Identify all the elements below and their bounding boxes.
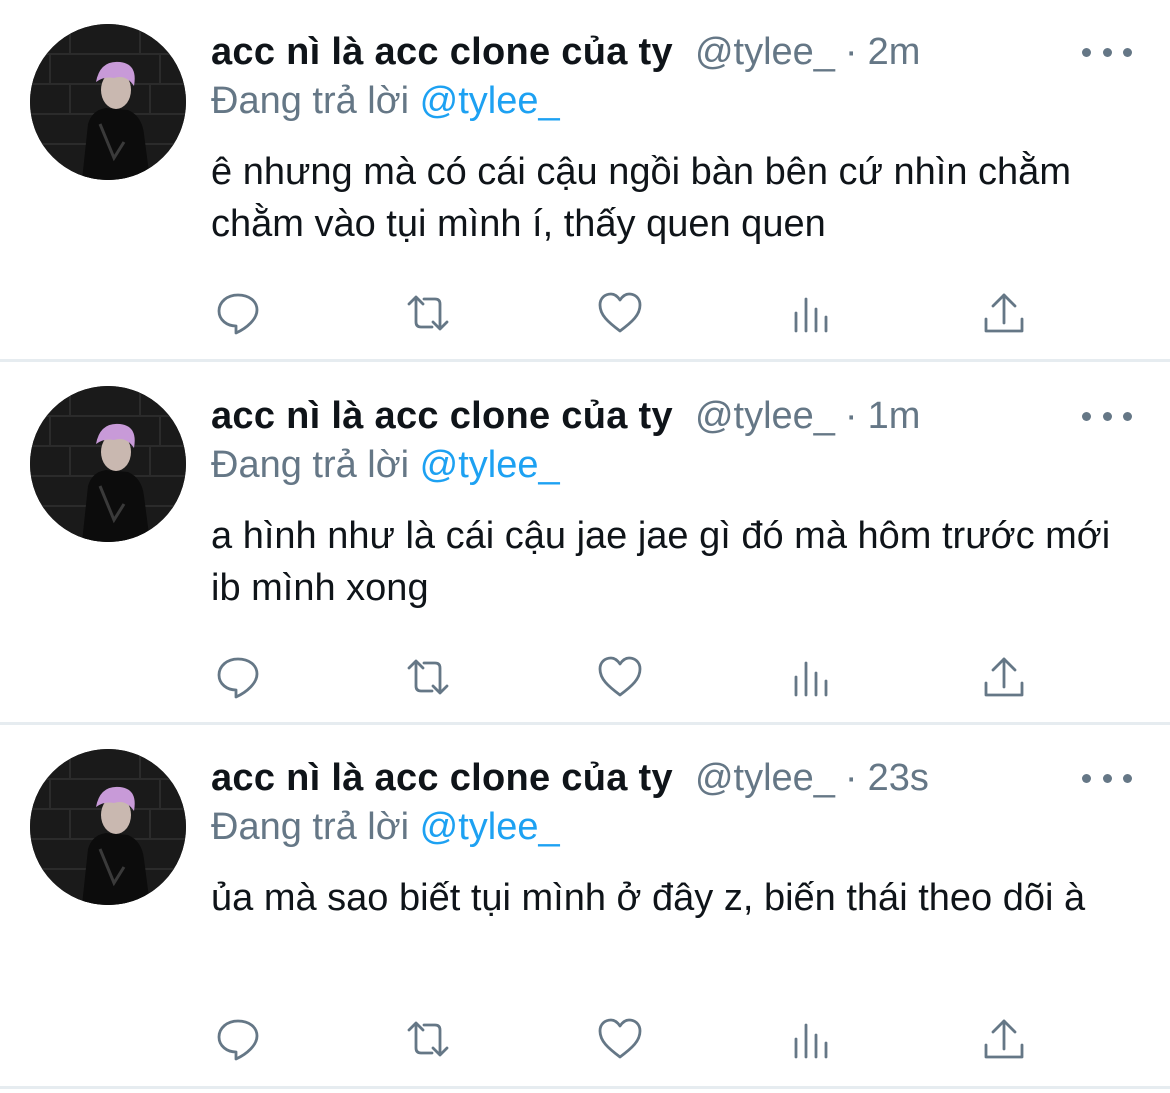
reply-handle-link[interactable]: @tylee_ (420, 444, 560, 486)
reply-prefix: Đang trả lời (211, 80, 410, 122)
timestamp[interactable]: 2m (868, 31, 921, 74)
action-bar (210, 1014, 1030, 1064)
avatar[interactable] (30, 386, 186, 542)
avatar[interactable] (30, 24, 186, 180)
tweet-header: acc nì là acc clone của ty @tylee_ · 2m (211, 28, 920, 76)
user-handle[interactable]: @tylee_ (695, 395, 835, 438)
reply-prefix: Đang trả lời (211, 806, 410, 848)
analytics-icon[interactable] (786, 652, 838, 702)
reply-icon[interactable] (212, 288, 264, 338)
tweet-header: acc nì là acc clone của ty @tylee_ · 1m (211, 392, 920, 440)
share-icon[interactable] (978, 288, 1030, 338)
share-icon[interactable] (978, 1014, 1030, 1064)
tweet-text: ê nhưng mà có cái cậu ngồi bàn bên cứ nh… (211, 151, 1071, 245)
share-icon[interactable] (978, 652, 1030, 702)
retweet-icon[interactable] (402, 652, 454, 702)
more-options-icon[interactable] (1082, 764, 1132, 792)
timestamp[interactable]: 1m (868, 395, 921, 438)
reply-icon[interactable] (212, 652, 264, 702)
tweet-header: acc nì là acc clone của ty @tylee_ · 23s (211, 754, 929, 802)
timestamp[interactable]: 23s (868, 757, 929, 800)
avatar-photo (30, 24, 186, 180)
replying-to: Đang trả lời @tylee_ (211, 80, 560, 123)
display-name[interactable]: acc nì là acc clone của ty (211, 757, 673, 800)
tweet-text: a hình như là cái cậu jae jae gì đó mà h… (211, 515, 1111, 609)
display-name[interactable]: acc nì là acc clone của ty (211, 395, 673, 438)
reply-handle-link[interactable]: @tylee_ (420, 80, 560, 122)
reply-handle-link[interactable]: @tylee_ (420, 806, 560, 848)
action-bar (210, 652, 1030, 702)
timeline: acc nì là acc clone của ty @tylee_ · 2m … (0, 0, 1170, 1093)
tweet-text: ủa mà sao biết tụi mình ở đây z, biến th… (211, 877, 1086, 919)
analytics-icon[interactable] (786, 288, 838, 338)
like-icon[interactable] (594, 288, 646, 338)
retweet-icon[interactable] (402, 1014, 454, 1064)
tweet[interactable]: acc nì là acc clone của ty @tylee_ · 23s… (0, 725, 1170, 1089)
tweet[interactable]: acc nì là acc clone của ty @tylee_ · 1m … (0, 362, 1170, 725)
like-icon[interactable] (594, 652, 646, 702)
more-options-icon[interactable] (1082, 38, 1132, 66)
display-name[interactable]: acc nì là acc clone của ty (211, 31, 673, 74)
analytics-icon[interactable] (786, 1014, 838, 1064)
reply-prefix: Đang trả lời (211, 444, 410, 486)
replying-to: Đang trả lời @tylee_ (211, 806, 560, 849)
separator: · (844, 30, 858, 73)
retweet-icon[interactable] (402, 288, 454, 338)
tweet[interactable]: acc nì là acc clone của ty @tylee_ · 2m … (0, 0, 1170, 362)
replying-to: Đang trả lời @tylee_ (211, 444, 560, 487)
avatar[interactable] (30, 749, 186, 905)
more-options-icon[interactable] (1082, 402, 1132, 430)
action-bar (210, 288, 1030, 338)
user-handle[interactable]: @tylee_ (695, 757, 835, 800)
reply-icon[interactable] (212, 1014, 264, 1064)
user-handle[interactable]: @tylee_ (695, 31, 835, 74)
separator: · (844, 756, 858, 799)
avatar-photo (30, 386, 186, 542)
separator: · (844, 394, 858, 437)
avatar-photo (30, 749, 186, 905)
like-icon[interactable] (594, 1014, 646, 1064)
